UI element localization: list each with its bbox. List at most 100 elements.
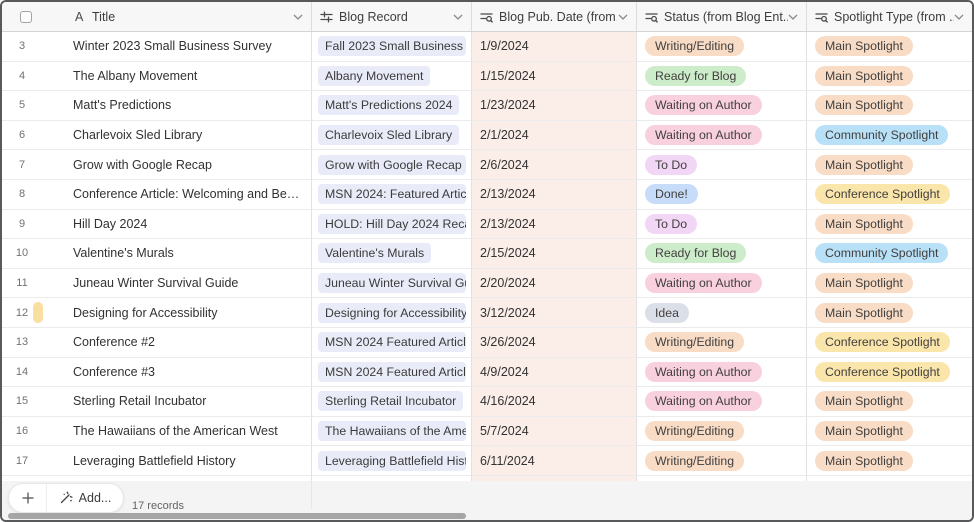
table-row[interactable]: 3 Winter 2023 Small Business Survey Fall… bbox=[2, 32, 972, 62]
status-cell[interactable]: Waiting on Author bbox=[637, 121, 807, 151]
blog-record-cell[interactable]: The Hawaiians of the American West bbox=[312, 417, 472, 447]
record-chip[interactable]: Leveraging Battlefield History bbox=[318, 451, 466, 471]
record-chip[interactable]: Charlevoix Sled Library bbox=[318, 125, 459, 145]
spotlight-cell[interactable]: Community Spotlight bbox=[807, 121, 972, 151]
record-chip[interactable]: The Hawaiians of the American West bbox=[318, 421, 466, 441]
title-cell[interactable]: 17 Leveraging Battlefield History bbox=[2, 446, 312, 476]
blog-record-cell[interactable]: Leveraging Battlefield History bbox=[312, 446, 472, 476]
blog-record-cell[interactable]: HOLD: Hill Day 2024 Recap bbox=[312, 210, 472, 240]
blog-record-cell[interactable]: MSN 2024: Featured Article #2 bbox=[312, 180, 472, 210]
pub-date-cell[interactable]: 4/16/2024 bbox=[472, 387, 637, 417]
spotlight-cell[interactable]: Community Spotlight bbox=[807, 239, 972, 269]
pub-date-cell[interactable]: 2/20/2024 bbox=[472, 269, 637, 299]
add-row-button[interactable] bbox=[9, 484, 47, 512]
record-chip[interactable]: Fall 2023 Small Business Survey bbox=[318, 36, 466, 56]
pub-date-cell[interactable]: 1/23/2024 bbox=[472, 91, 637, 121]
record-chip[interactable]: Valentine's Murals bbox=[318, 243, 431, 263]
status-cell[interactable]: To Do bbox=[637, 210, 807, 240]
pub-date-cell[interactable]: 5/7/2024 bbox=[472, 417, 637, 447]
title-cell[interactable]: 10 Valentine's Murals bbox=[2, 239, 312, 269]
spotlight-cell[interactable]: Main Spotlight bbox=[807, 91, 972, 121]
spotlight-cell[interactable]: Main Spotlight bbox=[807, 387, 972, 417]
blog-record-cell[interactable]: Albany Movement bbox=[312, 62, 472, 92]
title-cell[interactable]: 14 Conference #3 bbox=[2, 358, 312, 388]
table-row[interactable]: 5 Matt's Predictions Matt's Predictions … bbox=[2, 91, 972, 121]
add-with-ai-button[interactable]: Add... bbox=[47, 484, 123, 512]
table-row[interactable]: 4 The Albany Movement Albany Movement 1/… bbox=[2, 62, 972, 92]
blog-record-cell[interactable]: Designing for Accessibility bbox=[312, 298, 472, 328]
status-cell[interactable]: Waiting on Author bbox=[637, 91, 807, 121]
status-cell[interactable]: Ready for Blog bbox=[637, 239, 807, 269]
status-cell[interactable]: To Do bbox=[637, 150, 807, 180]
chevron-down-icon[interactable] bbox=[618, 13, 628, 20]
record-chip[interactable]: Matt's Predictions 2024 bbox=[318, 95, 459, 115]
pub-date-cell[interactable]: 2/13/2024 bbox=[472, 210, 637, 240]
blog-record-cell[interactable]: Charlevoix Sled Library bbox=[312, 121, 472, 151]
table-row[interactable]: 6 Charlevoix Sled Library Charlevoix Sle… bbox=[2, 121, 972, 151]
blog-record-cell[interactable]: Juneau Winter Survival Guide bbox=[312, 269, 472, 299]
status-cell[interactable]: Writing/Editing bbox=[637, 32, 807, 62]
record-chip[interactable]: HOLD: Hill Day 2024 Recap bbox=[318, 214, 466, 234]
spotlight-cell[interactable]: Conference Spotlight bbox=[807, 358, 972, 388]
title-cell[interactable]: 3 Winter 2023 Small Business Survey bbox=[2, 32, 312, 62]
record-chip[interactable]: MSN 2024: Featured Article #2 bbox=[318, 184, 466, 204]
record-chip[interactable]: Juneau Winter Survival Guide bbox=[318, 273, 466, 293]
status-cell[interactable]: Idea bbox=[637, 298, 807, 328]
status-cell[interactable]: Ready for Blog bbox=[637, 62, 807, 92]
pub-date-cell[interactable]: 6/11/2024 bbox=[472, 446, 637, 476]
title-cell[interactable]: 13 Conference #2 bbox=[2, 328, 312, 358]
spotlight-cell[interactable]: Main Spotlight bbox=[807, 62, 972, 92]
spotlight-cell[interactable]: Main Spotlight bbox=[807, 32, 972, 62]
blog-record-cell[interactable]: MSN 2024 Featured Article #3 bbox=[312, 358, 472, 388]
status-cell[interactable]: Writing/Editing bbox=[637, 328, 807, 358]
table-row[interactable]: 17 Leveraging Battlefield History Levera… bbox=[2, 446, 972, 476]
title-cell[interactable]: 15 Sterling Retail Incubator bbox=[2, 387, 312, 417]
spotlight-cell[interactable]: Main Spotlight bbox=[807, 210, 972, 240]
status-cell[interactable]: Writing/Editing bbox=[637, 446, 807, 476]
table-row[interactable]: 15 Sterling Retail Incubator Sterling Re… bbox=[2, 387, 972, 417]
blog-record-cell[interactable]: Sterling Retail Incubator bbox=[312, 387, 472, 417]
pub-date-cell[interactable]: 2/6/2024 bbox=[472, 150, 637, 180]
pub-date-cell[interactable]: 2/1/2024 bbox=[472, 121, 637, 151]
table-row[interactable]: 10 Valentine's Murals Valentine's Murals… bbox=[2, 239, 972, 269]
blog-record-cell[interactable]: Matt's Predictions 2024 bbox=[312, 91, 472, 121]
status-cell[interactable]: Waiting on Author bbox=[637, 387, 807, 417]
title-cell[interactable]: 6 Charlevoix Sled Library bbox=[2, 121, 312, 151]
pub-date-cell[interactable]: 3/12/2024 bbox=[472, 298, 637, 328]
column-header-spotlight-type[interactable]: Spotlight Type (from ... bbox=[807, 2, 972, 31]
pub-date-cell[interactable]: 2/13/2024 bbox=[472, 180, 637, 210]
record-chip[interactable]: Designing for Accessibility bbox=[318, 303, 466, 323]
chevron-down-icon[interactable] bbox=[954, 13, 964, 20]
title-cell[interactable]: 4 The Albany Movement bbox=[2, 62, 312, 92]
spotlight-cell[interactable]: Main Spotlight bbox=[807, 269, 972, 299]
pub-date-cell[interactable]: 1/15/2024 bbox=[472, 62, 637, 92]
table-row[interactable]: 14 Conference #3 MSN 2024 Featured Artic… bbox=[2, 358, 972, 388]
pub-date-cell[interactable]: 3/26/2024 bbox=[472, 328, 637, 358]
status-cell[interactable]: Done! bbox=[637, 180, 807, 210]
pub-date-cell[interactable]: 4/9/2024 bbox=[472, 358, 637, 388]
spotlight-cell[interactable]: Main Spotlight bbox=[807, 417, 972, 447]
title-cell[interactable]: 8 Conference Article: Welcoming and Belo… bbox=[2, 180, 312, 210]
blog-record-cell[interactable]: MSN 2024 Featured Article #2 bbox=[312, 328, 472, 358]
chevron-down-icon[interactable] bbox=[453, 13, 463, 20]
blog-record-cell[interactable]: Grow with Google Recap bbox=[312, 150, 472, 180]
title-cell[interactable]: 11 Juneau Winter Survival Guide bbox=[2, 269, 312, 299]
record-chip[interactable]: MSN 2024 Featured Article #2 bbox=[318, 332, 466, 352]
title-cell[interactable]: 12 Designing for Accessibility bbox=[2, 298, 312, 328]
horizontal-scrollbar-thumb[interactable] bbox=[8, 513, 466, 519]
table-row[interactable]: 9 Hill Day 2024 HOLD: Hill Day 2024 Reca… bbox=[2, 210, 972, 240]
title-cell[interactable]: 16 The Hawaiians of the American West bbox=[2, 417, 312, 447]
blog-record-cell[interactable]: Valentine's Murals bbox=[312, 239, 472, 269]
spotlight-cell[interactable]: Main Spotlight bbox=[807, 446, 972, 476]
chevron-down-icon[interactable] bbox=[788, 13, 798, 20]
table-row[interactable]: 16 The Hawaiians of the American West Th… bbox=[2, 417, 972, 447]
pub-date-cell[interactable]: 1/9/2024 bbox=[472, 32, 637, 62]
column-header-status[interactable]: Status (from Blog Ent... bbox=[637, 2, 807, 31]
table-row[interactable]: 8 Conference Article: Welcoming and Belo… bbox=[2, 180, 972, 210]
blog-record-cell[interactable]: Fall 2023 Small Business Survey bbox=[312, 32, 472, 62]
title-cell[interactable]: 5 Matt's Predictions bbox=[2, 91, 312, 121]
column-header-blog-record[interactable]: Blog Record bbox=[312, 2, 472, 31]
spotlight-cell[interactable]: Conference Spotlight bbox=[807, 180, 972, 210]
spotlight-cell[interactable]: Main Spotlight bbox=[807, 150, 972, 180]
column-header-pub-date[interactable]: Blog Pub. Date (from... bbox=[472, 2, 637, 31]
